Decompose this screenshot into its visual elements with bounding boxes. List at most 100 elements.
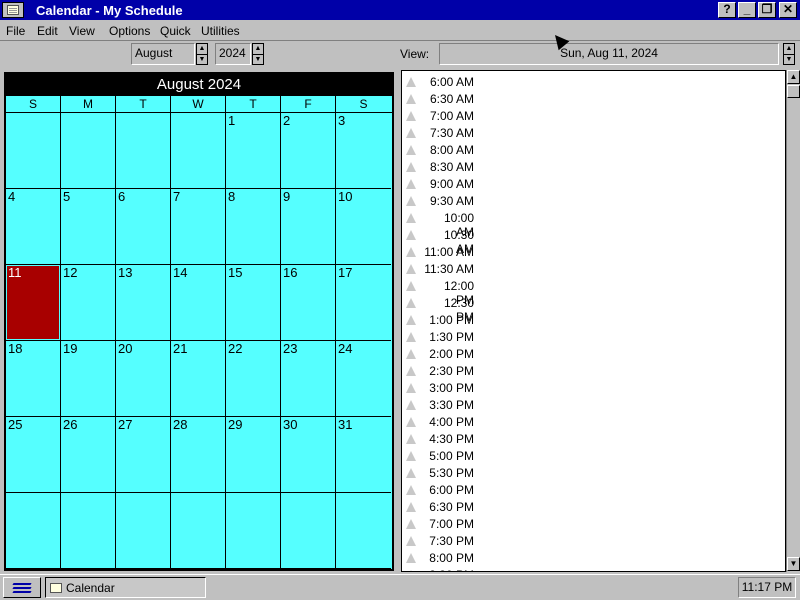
alarm-bell-icon[interactable] [406, 570, 416, 571]
alarm-bell-icon[interactable] [406, 349, 416, 359]
menu-utilities[interactable]: Utilities [201, 24, 240, 38]
time-slot[interactable]: 1:30 PM [406, 329, 776, 346]
alarm-bell-icon[interactable] [406, 553, 416, 563]
time-slot[interactable]: 8:30 AM [406, 159, 776, 176]
view-spinner[interactable]: ▲ ▼ [783, 43, 795, 65]
time-slot[interactable]: 7:30 AM [406, 125, 776, 142]
alarm-bell-icon[interactable] [406, 502, 416, 512]
year-field[interactable]: 2024 [215, 43, 251, 65]
calendar-day-7[interactable]: 7 [171, 189, 226, 265]
time-slot[interactable]: 7:00 AM [406, 108, 776, 125]
time-slot[interactable]: 8:00 PM [406, 550, 776, 567]
time-slot[interactable]: 6:30 AM [406, 91, 776, 108]
time-slot[interactable]: 12:30 PM [406, 295, 776, 324]
menu-file[interactable]: File [6, 24, 25, 38]
time-slot[interactable]: 8:30 PM [406, 567, 776, 571]
time-slot[interactable]: 9:30 AM [406, 193, 776, 210]
calendar-day-17[interactable]: 17 [336, 265, 391, 341]
start-button[interactable] [3, 577, 41, 598]
time-slot[interactable]: 3:00 PM [406, 380, 776, 397]
restore-button[interactable]: ❐ [758, 2, 776, 18]
calendar-day-empty[interactable] [61, 493, 116, 569]
scroll-up-icon[interactable]: ▲ [787, 70, 800, 84]
alarm-bell-icon[interactable] [406, 519, 416, 529]
alarm-bell-icon[interactable] [406, 434, 416, 444]
alarm-bell-icon[interactable] [406, 264, 416, 274]
alarm-bell-icon[interactable] [406, 451, 416, 461]
taskbar-calendar-item[interactable]: Calendar [45, 577, 206, 598]
calendar-day-28[interactable]: 28 [171, 417, 226, 493]
menu-view[interactable]: View [69, 24, 95, 38]
year-spinner[interactable]: ▲ ▼ [252, 43, 264, 65]
time-slot[interactable]: 8:00 AM [406, 142, 776, 159]
calendar-day-21[interactable]: 21 [171, 341, 226, 417]
time-slot[interactable]: 12:00 PM [406, 278, 776, 307]
month-up-icon[interactable]: ▲ [197, 44, 207, 54]
alarm-bell-icon[interactable] [406, 400, 416, 410]
time-slot[interactable]: 6:00 PM [406, 482, 776, 499]
calendar-day-19[interactable]: 19 [61, 341, 116, 417]
menu-quick[interactable]: Quick [160, 24, 191, 38]
month-field[interactable]: August [131, 43, 195, 65]
help-button[interactable]: ? [718, 2, 736, 18]
calendar-day-25[interactable]: 25 [6, 417, 61, 493]
schedule-list[interactable]: 6:00 AM 6:30 AM 7:00 AM 7:30 AM 8:00 AM 8:30 … [401, 70, 786, 572]
year-up-icon[interactable]: ▲ [253, 44, 263, 54]
calendar-day-13[interactable]: 13 [116, 265, 171, 341]
alarm-bell-icon[interactable] [406, 213, 416, 223]
alarm-bell-icon[interactable] [406, 94, 416, 104]
calendar-day-11[interactable]: 11 [6, 265, 61, 341]
time-slot[interactable]: 6:30 PM [406, 499, 776, 516]
time-slot[interactable]: 5:30 PM [406, 465, 776, 482]
alarm-bell-icon[interactable] [406, 485, 416, 495]
alarm-bell-icon[interactable] [406, 230, 416, 240]
calendar-day-27[interactable]: 27 [116, 417, 171, 493]
calendar-day-16[interactable]: 16 [281, 265, 336, 341]
alarm-bell-icon[interactable] [406, 247, 416, 257]
calendar-day-30[interactable]: 30 [281, 417, 336, 493]
time-slot[interactable]: 10:30 AM [406, 227, 776, 256]
time-slot[interactable]: 7:00 PM [406, 516, 776, 533]
scroll-thumb[interactable] [787, 85, 800, 98]
calendar-day-29[interactable]: 29 [226, 417, 281, 493]
alarm-bell-icon[interactable] [406, 77, 416, 87]
calendar-day-empty[interactable] [116, 493, 171, 569]
view-date-field[interactable]: Sun, Aug 11, 2024 [439, 43, 779, 65]
calendar-day-empty[interactable] [171, 113, 226, 189]
calendar-day-10[interactable]: 10 [336, 189, 391, 265]
time-slot[interactable]: 1:00 PM [406, 312, 776, 329]
alarm-bell-icon[interactable] [406, 468, 416, 478]
time-slot[interactable]: 7:30 PM [406, 533, 776, 550]
menu-edit[interactable]: Edit [37, 24, 58, 38]
calendar-day-3[interactable]: 3 [336, 113, 391, 189]
calendar-day-empty[interactable] [116, 113, 171, 189]
schedule-scrollbar[interactable]: ▲ ▼ [786, 70, 800, 572]
calendar-day-18[interactable]: 18 [6, 341, 61, 417]
calendar-day-empty[interactable] [6, 493, 61, 569]
time-slot[interactable]: 4:00 PM [406, 414, 776, 431]
close-button[interactable]: ✕ [779, 2, 797, 18]
time-slot[interactable]: 2:30 PM [406, 363, 776, 380]
alarm-bell-icon[interactable] [406, 366, 416, 376]
calendar-day-24[interactable]: 24 [336, 341, 391, 417]
alarm-bell-icon[interactable] [406, 332, 416, 342]
calendar-day-empty[interactable] [171, 493, 226, 569]
alarm-bell-icon[interactable] [406, 145, 416, 155]
alarm-bell-icon[interactable] [406, 298, 416, 308]
calendar-day-4[interactable]: 4 [6, 189, 61, 265]
calendar-day-empty[interactable] [336, 493, 391, 569]
time-slot[interactable]: 4:30 PM [406, 431, 776, 448]
alarm-bell-icon[interactable] [406, 281, 416, 291]
calendar-day-20[interactable]: 20 [116, 341, 171, 417]
alarm-bell-icon[interactable] [406, 111, 416, 121]
alarm-bell-icon[interactable] [406, 162, 416, 172]
alarm-bell-icon[interactable] [406, 128, 416, 138]
calendar-day-23[interactable]: 23 [281, 341, 336, 417]
time-slot[interactable]: 5:00 PM [406, 448, 776, 465]
calendar-day-26[interactable]: 26 [61, 417, 116, 493]
calendar-day-empty[interactable] [6, 113, 61, 189]
time-slot[interactable]: 11:00 AM [406, 244, 776, 261]
calendar-day-8[interactable]: 8 [226, 189, 281, 265]
calendar-day-31[interactable]: 31 [336, 417, 391, 493]
scroll-down-icon[interactable]: ▼ [787, 557, 800, 571]
